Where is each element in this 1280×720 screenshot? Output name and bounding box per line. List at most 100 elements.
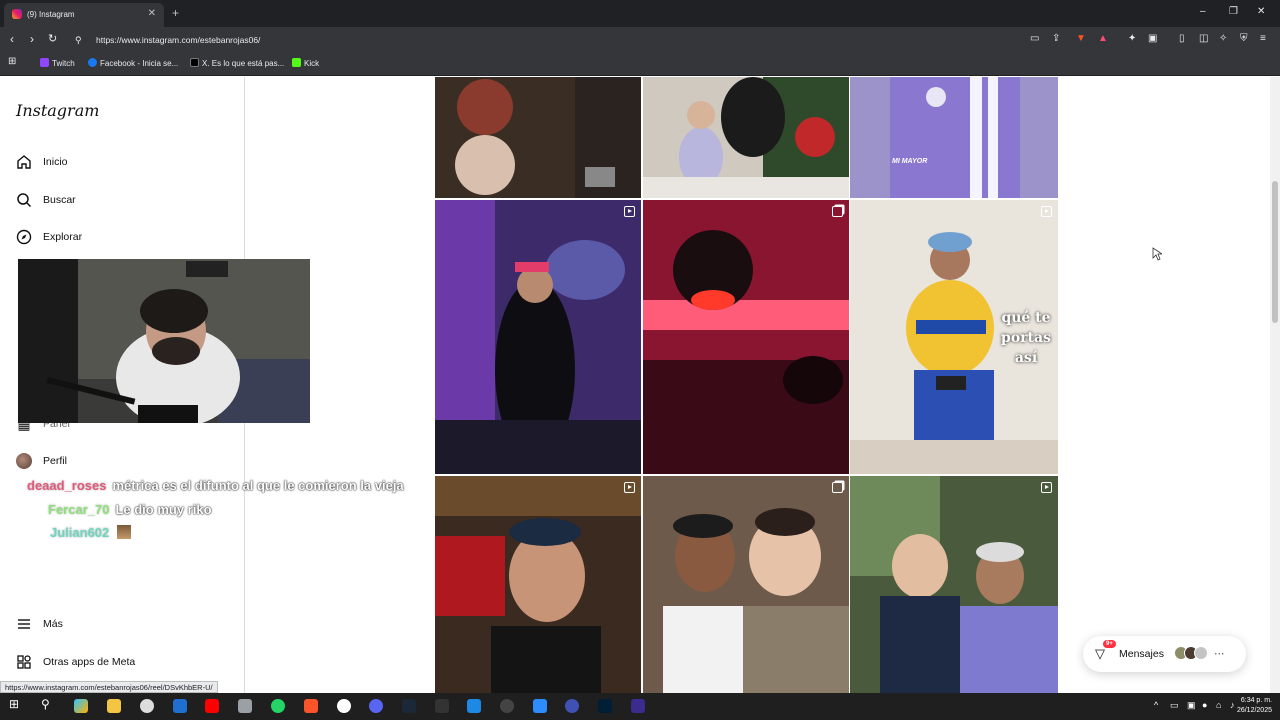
app-icon[interactable]	[565, 699, 579, 713]
post-thumbnail[interactable]	[643, 200, 849, 474]
window-close-icon[interactable]: ✕	[1257, 6, 1265, 17]
leo-icon[interactable]: ✧	[1219, 33, 1227, 44]
steam-icon[interactable]	[402, 699, 416, 713]
nav-mas[interactable]: Más	[16, 613, 63, 635]
zoom-icon[interactable]	[533, 699, 547, 713]
app-icon[interactable]	[500, 699, 514, 713]
nav-explorar[interactable]: Explorar	[16, 226, 82, 248]
discord-icon[interactable]	[369, 699, 383, 713]
youtube-icon[interactable]	[205, 699, 219, 713]
extensions-icon[interactable]: ✦	[1128, 33, 1136, 44]
nav-inicio[interactable]: Inicio	[16, 151, 68, 173]
message-avatars	[1173, 645, 1208, 663]
nav-buscar[interactable]: Buscar	[16, 189, 76, 211]
brave-shields-icon[interactable]: ▼	[1076, 33, 1086, 44]
reload-icon[interactable]: ↻	[48, 32, 57, 45]
tray-app-icon[interactable]: ▣	[1187, 700, 1196, 711]
nav-otras-apps[interactable]: Otras apps de Meta	[16, 651, 135, 673]
tab-groups-icon[interactable]: ▣	[1148, 33, 1157, 44]
network-icon[interactable]: ⌂	[1216, 700, 1221, 710]
bookmark-twitch[interactable]: Twitch	[40, 58, 75, 68]
post-thumbnail[interactable]: MI MAYOR	[850, 77, 1058, 198]
mouse-cursor-icon	[1152, 247, 1162, 261]
brave-rewards-icon[interactable]: ▲	[1098, 33, 1108, 44]
chat-text: Le dio muy riko	[115, 502, 212, 517]
app-icon[interactable]	[140, 699, 154, 713]
app-icon[interactable]	[467, 699, 481, 713]
messages-button[interactable]: ▽ 9+ Mensajes ⋯	[1083, 636, 1246, 672]
browser-tab-bar: (9) Instagram ✕ + – ❐ ✕	[0, 0, 1280, 27]
webcam-image	[18, 259, 310, 423]
file-explorer-icon[interactable]	[107, 699, 121, 713]
wallet-icon[interactable]: ◫	[1199, 33, 1208, 44]
twitch-icon	[40, 58, 49, 67]
browser-tab-instagram[interactable]: (9) Instagram ✕	[4, 3, 164, 27]
epic-games-icon[interactable]	[435, 699, 449, 713]
bookmark-facebook[interactable]: Facebook - Inicia se...	[88, 58, 178, 68]
bookmark-kick[interactable]: Kick	[292, 58, 319, 68]
photoshop-icon[interactable]	[598, 699, 612, 713]
nav-perfil[interactable]: Perfil	[16, 450, 67, 472]
post-caption: qué te portas así	[1001, 310, 1051, 366]
sidebar-toggle-icon[interactable]: ▯	[1179, 33, 1185, 44]
store-icon[interactable]	[173, 699, 187, 713]
site-settings-icon[interactable]: ⚲	[75, 35, 82, 46]
back-icon[interactable]: ‹	[10, 32, 14, 46]
bookmark-label: Twitch	[52, 59, 75, 68]
volume-icon[interactable]: ♪	[1230, 700, 1235, 710]
avatar	[16, 453, 32, 469]
post-thumbnail[interactable]	[435, 77, 641, 198]
copilot-icon[interactable]	[74, 699, 88, 713]
forward-icon[interactable]: ›	[30, 32, 34, 46]
bookmarks-bar: ⊞ Twitch Facebook - Inicia se... X. Es l…	[0, 53, 1280, 76]
page-scrollbar[interactable]	[1270, 77, 1280, 693]
maximize-icon[interactable]: ❐	[1229, 6, 1238, 17]
nav-label: Otras apps de Meta	[43, 656, 136, 668]
app-icon[interactable]	[238, 699, 252, 713]
carousel-icon	[832, 206, 843, 217]
windows-taskbar: ⊞ ⚲ ^ ▭ ▣ ● ⌂ ♪ 6:34 p. m. 26/12/2025	[0, 693, 1280, 720]
post-thumbnail[interactable]	[435, 476, 641, 693]
scrollbar-thumb[interactable]	[1272, 181, 1278, 323]
post-image	[850, 77, 1058, 198]
bookmark-x[interactable]: X. Es lo que está pas...	[190, 58, 284, 68]
post-thumbnail[interactable]: qué te portas así	[850, 200, 1058, 474]
menu-icon	[16, 616, 32, 632]
carousel-icon	[832, 482, 843, 493]
tab-close-icon[interactable]: ✕	[148, 8, 156, 19]
whatsapp-icon[interactable]	[271, 699, 285, 713]
clock-time: 6:34 p. m.	[1240, 697, 1272, 704]
messages-label: Mensajes	[1119, 648, 1164, 660]
nav-label: Explorar	[43, 231, 83, 243]
apps-grid-icon[interactable]: ⊞	[8, 56, 16, 67]
vpn-icon[interactable]: ⛨	[1240, 33, 1248, 44]
taskbar-clock[interactable]: 6:34 p. m. 26/12/2025	[1237, 696, 1272, 716]
menu-icon[interactable]: ≡	[1260, 33, 1266, 44]
chat-username: deaad_roses	[27, 478, 107, 493]
chat-message: Julian602	[50, 525, 131, 540]
address-bar: ‹ › ↻ ⚲ https://www.instagram.com/esteba…	[0, 27, 1280, 53]
minimize-icon[interactable]: –	[1200, 6, 1206, 17]
instagram-logo[interactable]: Instagram	[16, 101, 99, 120]
post-thumbnail[interactable]	[435, 200, 641, 474]
kick-icon	[292, 58, 301, 67]
search-icon[interactable]: ⚲	[41, 697, 55, 711]
tray-chevron-icon[interactable]: ^	[1154, 700, 1158, 710]
post-thumbnail[interactable]	[643, 77, 849, 198]
tray-app-icon[interactable]: ●	[1202, 700, 1207, 710]
post-thumbnail[interactable]	[850, 476, 1058, 693]
tray-app-icon[interactable]: ▭	[1170, 700, 1179, 711]
windows-start-icon[interactable]: ⊞	[9, 697, 23, 711]
cast-icon[interactable]: ▭	[1030, 33, 1039, 44]
chat-text: métrica es el difunto al que le comieron…	[112, 478, 404, 493]
url-field[interactable]: https://www.instagram.com/estebanrojas06…	[96, 35, 260, 45]
reel-icon	[624, 206, 635, 217]
obs-icon[interactable]	[337, 699, 351, 713]
post-thumbnail[interactable]	[643, 476, 849, 693]
new-tab-button[interactable]: +	[172, 6, 179, 20]
share-icon[interactable]: ⇪	[1052, 33, 1060, 44]
avatar	[1193, 645, 1208, 660]
brave-icon[interactable]	[304, 699, 318, 713]
clock-date: 26/12/2025	[1236, 707, 1272, 714]
media-encoder-icon[interactable]	[631, 699, 645, 713]
